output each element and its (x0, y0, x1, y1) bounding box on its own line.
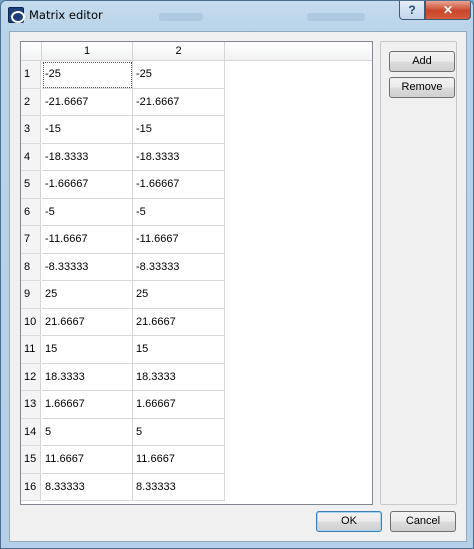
background-blur-decoration (307, 13, 365, 21)
window-title: Matrix editor (29, 8, 103, 22)
row-header[interactable]: 3 (21, 116, 41, 144)
column-header-2[interactable]: 2 (133, 42, 225, 61)
row-header[interactable]: 10 (21, 308, 41, 336)
background-blur-decoration (159, 13, 203, 21)
table-cell[interactable]: 18.3333 (42, 363, 133, 391)
table-cell[interactable]: -5 (133, 198, 225, 226)
row-header[interactable]: 11 (21, 336, 41, 364)
row-header[interactable]: 14 (21, 418, 41, 446)
table-cell[interactable]: 5 (42, 418, 133, 446)
table-cell[interactable]: 5 (133, 418, 225, 446)
table-cell[interactable]: 25 (42, 281, 133, 309)
remove-button[interactable]: Remove (389, 77, 455, 98)
row-header[interactable]: 7 (21, 226, 41, 254)
table-cell[interactable]: -18.3333 (42, 143, 133, 171)
table-cell[interactable]: -11.6667 (133, 226, 225, 254)
table-cell[interactable]: 18.3333 (133, 363, 225, 391)
side-button-panel: Add Remove (380, 41, 457, 505)
row-header[interactable]: 5 (21, 171, 41, 199)
table-cell[interactable]: 25 (133, 281, 225, 309)
table-cell[interactable]: -25 (133, 61, 225, 89)
table-cell[interactable]: 15 (133, 336, 225, 364)
row-header[interactable]: 4 (21, 143, 41, 171)
add-button[interactable]: Add (389, 51, 455, 72)
table-cell[interactable]: -8.33333 (42, 253, 133, 281)
row-header[interactable]: 2 (21, 88, 41, 116)
matrix-editor-window: Matrix editor ? ✕ 1 2 1 -25 -25 2 -21.6667 -2… (0, 0, 474, 549)
help-button[interactable]: ? (399, 1, 425, 20)
table-corner-header[interactable] (21, 42, 42, 61)
table-cell[interactable]: -1.66667 (133, 171, 225, 199)
row-header[interactable]: 13 (21, 391, 41, 419)
table-cell[interactable]: -25 (42, 61, 133, 89)
row-header[interactable]: 6 (21, 198, 41, 226)
table-cell[interactable]: -15 (133, 116, 225, 144)
row-header[interactable]: 16 (21, 473, 41, 501)
help-icon: ? (408, 3, 416, 17)
close-icon: ✕ (442, 3, 454, 17)
table-cell[interactable]: -8.33333 (133, 253, 225, 281)
table-cell[interactable]: 1.66667 (133, 391, 225, 419)
dialog-client-area: 1 2 1 -25 -25 2 -21.6667 -21.6667 3 -15 -15 4 -18.… (9, 31, 467, 542)
close-button[interactable]: ✕ (425, 1, 471, 20)
table-cell[interactable]: 11.6667 (42, 446, 133, 474)
header-filler (225, 42, 372, 61)
row-header[interactable]: 12 (21, 363, 41, 391)
matrix-editor-app-icon (8, 7, 25, 23)
table-cell[interactable]: -15 (42, 116, 133, 144)
table-cell[interactable]: 11.6667 (133, 446, 225, 474)
table-cell[interactable]: -21.6667 (42, 88, 133, 116)
table-cell[interactable]: 8.33333 (42, 473, 133, 501)
table-cell[interactable]: -1.66667 (42, 171, 133, 199)
row-header[interactable]: 1 (21, 61, 41, 89)
table-cell[interactable]: -18.3333 (133, 143, 225, 171)
table-cell[interactable]: 1.66667 (42, 391, 133, 419)
table-cell[interactable]: -21.6667 (133, 88, 225, 116)
table-cell[interactable]: 21.6667 (133, 308, 225, 336)
table-cell[interactable]: 15 (42, 336, 133, 364)
table-cell[interactable]: 8.33333 (133, 473, 225, 501)
ok-button[interactable]: OK (316, 511, 382, 532)
column-header-1[interactable]: 1 (42, 42, 133, 61)
row-header[interactable]: 9 (21, 281, 41, 309)
table-cell[interactable]: -11.6667 (42, 226, 133, 254)
cancel-button[interactable]: Cancel (390, 511, 456, 532)
table-cell[interactable]: -5 (42, 198, 133, 226)
title-bar[interactable]: Matrix editor ? ✕ (1, 1, 473, 29)
table-cell[interactable]: 21.6667 (42, 308, 133, 336)
row-header[interactable]: 8 (21, 253, 41, 281)
row-header[interactable]: 15 (21, 446, 41, 474)
matrix-table[interactable]: 1 2 1 -25 -25 2 -21.6667 -21.6667 3 -15 -15 4 -18.… (20, 41, 373, 505)
